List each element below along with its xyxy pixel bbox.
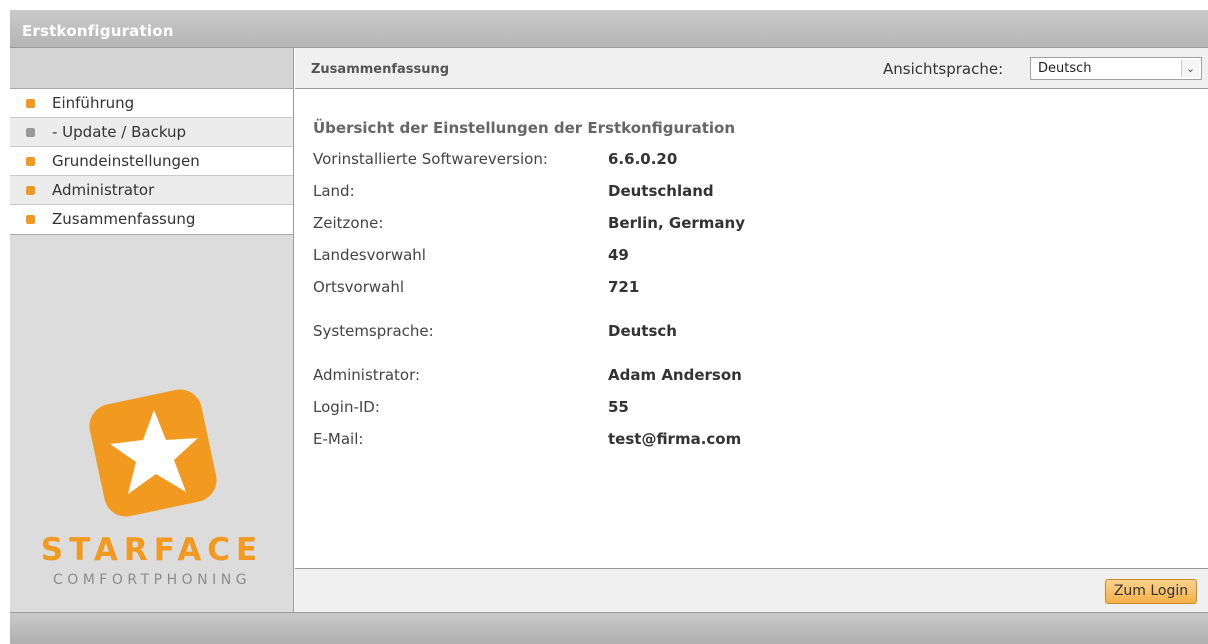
orange-bullet-icon [26, 157, 35, 166]
brand-name: STARFACE [40, 532, 264, 568]
language-select-value: Deutsch [1038, 61, 1092, 76]
starface-logo: STARFACE COMFORTPHONING [10, 378, 294, 608]
summary-row-country-code: Landesvorwahl 49 [313, 246, 1193, 278]
sidebar-header [10, 48, 293, 89]
row-value: 6.6.0.20 [608, 150, 678, 168]
sidebar: Einführung - Update / Backup Grundeinste… [10, 48, 294, 612]
row-value: Deutsch [608, 322, 677, 340]
language-select[interactable]: Deutsch ⌄ [1030, 57, 1202, 80]
row-value: 49 [608, 246, 629, 264]
sidebar-item-label: Grundeinstellungen [52, 152, 200, 170]
brand-tagline: COMFORTPHONING [52, 572, 252, 588]
main-panel: Zusammenfassung Ansichtsprache: Deutsch … [295, 48, 1208, 612]
summary-title: Übersicht der Einstellungen der Erstkonf… [313, 119, 736, 137]
row-label: Landesvorwahl [313, 246, 426, 264]
summary-row-system-language: Systemsprache: Deutsch [313, 322, 1193, 354]
sidebar-item-update-backup[interactable]: - Update / Backup [10, 118, 293, 147]
content-header: Zusammenfassung Ansichtsprache: Deutsch … [295, 48, 1208, 89]
orange-bullet-icon [26, 186, 35, 195]
row-value: Berlin, Germany [608, 214, 745, 232]
sidebar-item-grundeinstellungen[interactable]: Grundeinstellungen [10, 147, 293, 176]
summary-row-country: Land: Deutschland [313, 182, 1193, 214]
summary-content: Übersicht der Einstellungen der Erstkonf… [313, 119, 1193, 462]
sidebar-item-label: Administrator [52, 181, 155, 199]
row-label: Login-ID: [313, 398, 380, 416]
summary-row-timezone: Zeitzone: Berlin, Germany [313, 214, 1193, 246]
sidebar-item-einfuehrung[interactable]: Einführung [10, 89, 293, 118]
sidebar-item-label: - Update / Backup [52, 123, 187, 141]
login-button[interactable]: Zum Login [1105, 579, 1197, 604]
content-footer: Zum Login [295, 568, 1208, 612]
starface-star-icon [89, 389, 217, 517]
row-label: Vorinstallierte Softwareversion: [313, 150, 548, 168]
row-value: Deutschland [608, 182, 714, 200]
chevron-down-icon[interactable]: ⌄ [1181, 60, 1199, 77]
row-label: E-Mail: [313, 430, 364, 448]
summary-row-software-version: Vorinstallierte Softwareversion: 6.6.0.2… [313, 150, 1193, 182]
row-label: Systemsprache: [313, 322, 434, 340]
language-label: Ansichtsprache: [883, 60, 1004, 78]
orange-bullet-icon [26, 215, 35, 224]
row-value: Adam Anderson [608, 366, 742, 384]
summary-row-area-code: Ortsvorwahl 721 [313, 278, 1193, 310]
row-label: Administrator: [313, 366, 421, 384]
row-label: Land: [313, 182, 355, 200]
page-title: Zusammenfassung [311, 62, 450, 77]
sidebar-item-administrator[interactable]: Administrator [10, 176, 293, 205]
row-value: test@firma.com [608, 430, 742, 448]
sidebar-item-label: Einführung [52, 94, 135, 112]
sidebar-item-label: Zusammenfassung [52, 210, 196, 228]
nav-list: Einführung - Update / Backup Grundeinste… [10, 89, 293, 235]
summary-row-login-id: Login-ID: 55 [313, 398, 1193, 430]
window-title: Erstkonfiguration [10, 10, 1208, 48]
sidebar-item-zusammenfassung[interactable]: Zusammenfassung [10, 205, 293, 234]
row-label: Zeitzone: [313, 214, 384, 232]
summary-row-administrator: Administrator: Adam Anderson [313, 366, 1193, 398]
row-value: 55 [608, 398, 629, 416]
gray-bullet-icon [26, 128, 35, 137]
row-label: Ortsvorwahl [313, 278, 405, 296]
orange-bullet-icon [26, 99, 35, 108]
row-value: 721 [608, 278, 640, 296]
bottom-bar [10, 612, 1208, 644]
setup-window: Erstkonfiguration Einführung - Update / … [0, 0, 1208, 644]
summary-row-email: E-Mail: test@firma.com [313, 430, 1193, 462]
